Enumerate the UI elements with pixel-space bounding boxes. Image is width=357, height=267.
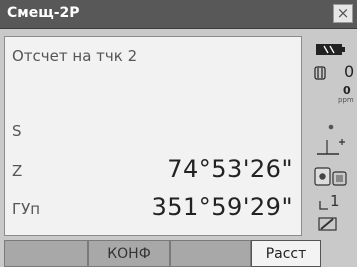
status-sidebar: 0 0 ppm 1 (306, 36, 357, 236)
row-value-hr: 351°59'29" (151, 193, 293, 221)
tilt-icon (313, 136, 347, 166)
measurement-panel: Отсчет на тчк 2 S Z 74°53'26" ГУп 351°59… (4, 36, 302, 236)
window-title: Смещ-2Р (7, 5, 80, 21)
battery-icon (316, 41, 346, 60)
softkey-bar: КОНФ Расст (4, 240, 357, 267)
softkey-3[interactable] (170, 240, 251, 267)
page-number: 1 (330, 192, 340, 210)
ppm-unit: ppm (338, 96, 354, 104)
row-label-hr: ГУп (12, 200, 41, 218)
pen-icon[interactable] (318, 216, 338, 236)
target-icon (327, 116, 335, 135)
row-label-s: S (12, 122, 22, 140)
page-indicator-icon (318, 196, 330, 215)
reflector-icon (314, 166, 350, 192)
softkey-conf[interactable]: КОНФ (88, 240, 170, 267)
row-label-target: Отсчет на тчк 2 (12, 47, 138, 65)
row-label-z: Z (12, 162, 23, 180)
prism-constant-icon (314, 65, 326, 84)
softkey-distance[interactable]: Расст (251, 240, 321, 267)
close-button[interactable]: × (333, 4, 353, 23)
close-icon: × (336, 4, 350, 22)
softkey-conf-label: КОНФ (107, 245, 151, 262)
prism-constant-value: 0 (344, 62, 355, 81)
row-value-z: 74°53'26" (167, 155, 293, 183)
softkey-1[interactable] (4, 240, 88, 267)
title-bar: Смещ-2Р × (0, 0, 357, 29)
softkey-distance-label: Расст (265, 245, 307, 262)
